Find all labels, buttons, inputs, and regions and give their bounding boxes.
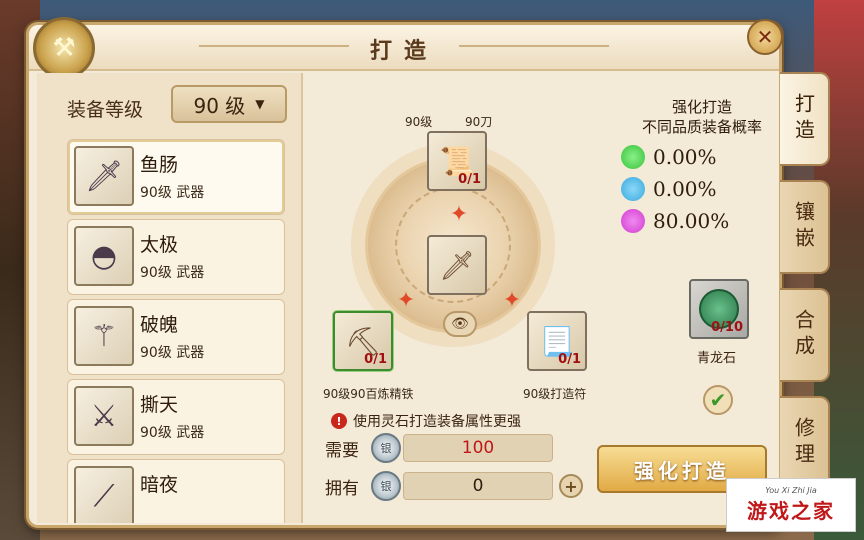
equipment-level-type: 90级 武器 bbox=[140, 345, 205, 361]
silver-coin-icon: 银 bbox=[371, 471, 401, 501]
scroll-material-slot[interactable]: 📜 0/1 bbox=[427, 131, 487, 191]
blade-icon: ⟋ bbox=[74, 466, 134, 523]
top-slot-caption-left: 90级 bbox=[405, 115, 433, 129]
dialog-title: 打造 bbox=[369, 39, 438, 64]
tab-repair[interactable]: 修理 bbox=[780, 396, 830, 490]
slot-count: 0/1 bbox=[558, 352, 581, 367]
forge-area: 90级 90刀 📜 0/1 ✦ 🗡 ✦ ✦ 👁 ⛏ 0/1 90级90百炼精铁 … bbox=[309, 73, 609, 401]
equipment-item[interactable]: ⚚ 破魄 90级 武器 bbox=[67, 299, 285, 375]
watermark-main: 游戏之家 bbox=[747, 499, 835, 523]
arrow-down-icon: ✦ bbox=[449, 201, 469, 227]
tab-inlay[interactable]: 镶嵌 bbox=[780, 180, 830, 274]
arrow-up-left-icon: ✦ bbox=[502, 287, 522, 313]
probability-row: 0.00% bbox=[621, 145, 787, 169]
probability-value: 0.00% bbox=[653, 145, 717, 169]
level-value: 90 级 bbox=[193, 93, 246, 118]
equipment-name: 太极 bbox=[140, 234, 179, 256]
slot-count: 0/1 bbox=[458, 172, 481, 187]
use-stone-checkbox[interactable]: ✔ bbox=[703, 385, 733, 415]
equipment-level-type: 90级 武器 bbox=[140, 425, 205, 441]
iron-material-slot[interactable]: ⛏ 0/1 bbox=[333, 311, 393, 371]
claw-icon: ⚔ bbox=[74, 386, 134, 446]
site-watermark: You Xi Zhi Jia 游戏之家 bbox=[726, 478, 856, 532]
slot-count: 0/1 bbox=[364, 352, 387, 367]
dragon-stone-slot[interactable]: 0/10 bbox=[689, 279, 749, 339]
equipment-name: 暗夜 bbox=[140, 474, 179, 496]
talisman-material-caption: 90级打造符 bbox=[523, 387, 587, 401]
probability-row: 0.00% bbox=[621, 177, 787, 201]
equipment-item[interactable]: ◓ 太极 90级 武器 bbox=[67, 219, 285, 295]
add-silver-button[interactable]: + bbox=[559, 474, 583, 498]
blue-gem-icon bbox=[621, 177, 645, 201]
probability-row: 80.00% bbox=[621, 209, 787, 233]
target-equipment-slot[interactable]: 🗡 bbox=[427, 235, 487, 295]
equipment-item[interactable]: 🗡 鱼肠 90级 武器 bbox=[67, 139, 285, 215]
quality-probability-panel: 强化打造 不同品质装备概率 0.00% 0.00% 80.00% bbox=[617, 97, 787, 233]
stone-name: 青龙石 bbox=[697, 351, 737, 366]
have-value: 0 bbox=[403, 472, 553, 500]
level-dropdown[interactable]: 90 级 ▼ bbox=[171, 85, 287, 123]
level-label: 装备等级 bbox=[67, 99, 144, 121]
green-gem-icon bbox=[621, 145, 645, 169]
probability-value: 80.00% bbox=[653, 209, 730, 233]
preview-eye-button[interactable]: 👁 bbox=[443, 311, 477, 337]
close-button[interactable]: ✕ bbox=[747, 19, 783, 55]
warning-icon: ! bbox=[331, 413, 347, 429]
equipment-name: 撕天 bbox=[140, 394, 179, 416]
probability-title-line1: 强化打造 bbox=[671, 98, 732, 116]
side-tabs: 打造 镶嵌 合成 修理 bbox=[780, 72, 830, 504]
cost-need-row: 需要 银 100 bbox=[325, 433, 553, 463]
equipment-name: 鱼肠 bbox=[140, 154, 179, 176]
staff-icon: ⚚ bbox=[74, 306, 134, 366]
cost-have-row: 拥有 银 0 + bbox=[325, 471, 583, 501]
purple-gem-icon bbox=[621, 209, 645, 233]
need-value: 100 bbox=[403, 434, 553, 462]
title-bar: 打造 bbox=[29, 25, 779, 71]
top-slot-caption-right: 90刀 bbox=[465, 115, 493, 129]
equipment-name: 破魄 bbox=[140, 314, 179, 336]
tab-combine[interactable]: 合成 bbox=[780, 288, 830, 382]
dagger-icon: 🗡 bbox=[74, 146, 134, 206]
equipment-list-panel: 装备等级 90 级 ▼ 🗡 鱼肠 90级 武器 ◓ 太极 90级 武器 ⚚ 破魄… bbox=[37, 73, 303, 523]
watermark-small: You Xi Zhi Jia bbox=[765, 486, 817, 495]
equipment-level-type: 90级 武器 bbox=[140, 265, 205, 281]
silver-coin-icon: 银 bbox=[371, 433, 401, 463]
chevron-down-icon: ▼ bbox=[255, 97, 265, 111]
title-ornament-right bbox=[459, 45, 609, 47]
fan-icon: ◓ bbox=[74, 226, 134, 286]
equipment-level-type: 90级 武器 bbox=[140, 185, 205, 201]
forge-notice: ! 使用灵石打造装备属性更强 bbox=[331, 411, 521, 431]
forge-emblem-icon: ⚒ bbox=[33, 17, 95, 79]
talisman-material-slot[interactable]: 📃 0/1 bbox=[527, 311, 587, 371]
equipment-item[interactable]: ⟋ 暗夜 bbox=[67, 459, 285, 523]
stone-count: 0/10 bbox=[711, 320, 743, 335]
notice-text: 使用灵石打造装备属性更强 bbox=[353, 414, 521, 430]
iron-material-caption: 90级90百炼精铁 bbox=[323, 387, 414, 401]
dagger-icon: 🗡 bbox=[439, 248, 475, 282]
probability-value: 0.00% bbox=[653, 177, 717, 201]
equipment-list: 🗡 鱼肠 90级 武器 ◓ 太极 90级 武器 ⚚ 破魄 90级 武器 ⚔ 撕天… bbox=[67, 139, 285, 523]
probability-title-line2: 不同品质装备概率 bbox=[641, 118, 762, 136]
tab-forge[interactable]: 打造 bbox=[780, 72, 830, 166]
arrow-up-right-icon: ✦ bbox=[396, 287, 416, 313]
have-label: 拥有 bbox=[325, 478, 359, 499]
equipment-item[interactable]: ⚔ 撕天 90级 武器 bbox=[67, 379, 285, 455]
forge-dialog: 打造 ⚒ ✕ 装备等级 90 级 ▼ 🗡 鱼肠 90级 武器 ◓ 太极 90级 … bbox=[26, 17, 783, 528]
need-label: 需要 bbox=[325, 440, 359, 461]
